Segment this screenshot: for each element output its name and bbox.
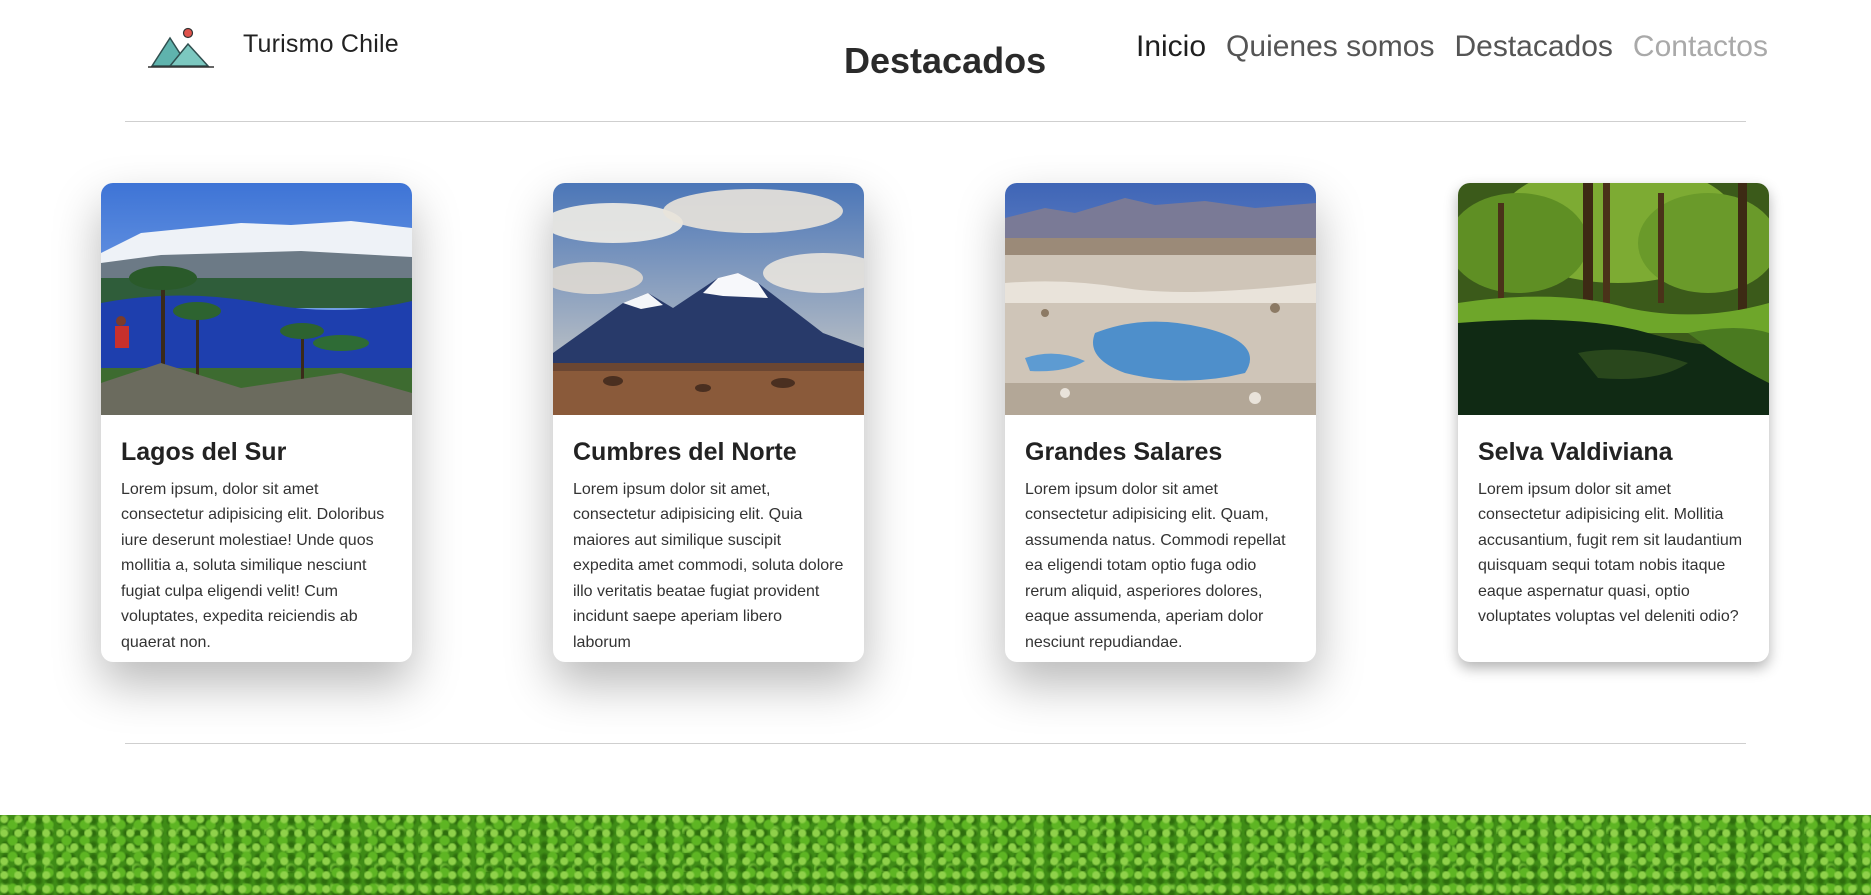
page-title: Destacados bbox=[844, 40, 1047, 81]
card-title: Cumbres del Norte bbox=[573, 438, 797, 466]
nav-link-contactos[interactable]: Contactos bbox=[1633, 30, 1768, 64]
card-title: Grandes Salares bbox=[1025, 438, 1223, 466]
card-description: Lorem ipsum, dolor sit amet consectetur … bbox=[121, 480, 385, 652]
card-description: Lorem ipsum dolor sit amet consectetur a… bbox=[1025, 480, 1286, 652]
card-selva-valdiviana[interactable]: Selva Valdiviana Lorem ipsum dolor sit a… bbox=[1458, 183, 1769, 662]
footer-divider bbox=[125, 743, 1746, 744]
card-description: Lorem ipsum dolor sit amet consectetur a… bbox=[1478, 480, 1743, 626]
card-grandes-salares[interactable]: Grandes Salares Lorem ipsum dolor sit am… bbox=[1005, 183, 1316, 662]
card-image-salt-flats bbox=[1005, 183, 1316, 415]
card-description: Lorem ipsum dolor sit amet, consectetur … bbox=[573, 480, 844, 652]
nav-link-destacados[interactable]: Destacados bbox=[1454, 30, 1612, 64]
card-cumbres-del-norte[interactable]: Cumbres del Norte Lorem ipsum dolor sit … bbox=[553, 183, 864, 662]
card-title: Selva Valdiviana bbox=[1478, 438, 1673, 466]
mountain-logo-icon[interactable] bbox=[148, 26, 216, 70]
footer-grass-banner bbox=[0, 815, 1871, 895]
card-image-lakes bbox=[101, 183, 412, 415]
brand-name[interactable]: Turismo Chile bbox=[243, 30, 399, 59]
nav-link-inicio[interactable]: Inicio bbox=[1136, 30, 1206, 64]
nav-link-quienes-somos[interactable]: Quienes somos bbox=[1226, 30, 1434, 64]
card-image-volcanoes bbox=[553, 183, 864, 415]
card-lagos-del-sur[interactable]: Lagos del Sur Lorem ipsum, dolor sit ame… bbox=[101, 183, 412, 662]
card-image-forest bbox=[1458, 183, 1769, 415]
card-title: Lagos del Sur bbox=[121, 438, 287, 466]
header-divider bbox=[125, 121, 1746, 122]
main-nav: Inicio Quienes somos Destacados Contacto… bbox=[1136, 30, 1768, 64]
